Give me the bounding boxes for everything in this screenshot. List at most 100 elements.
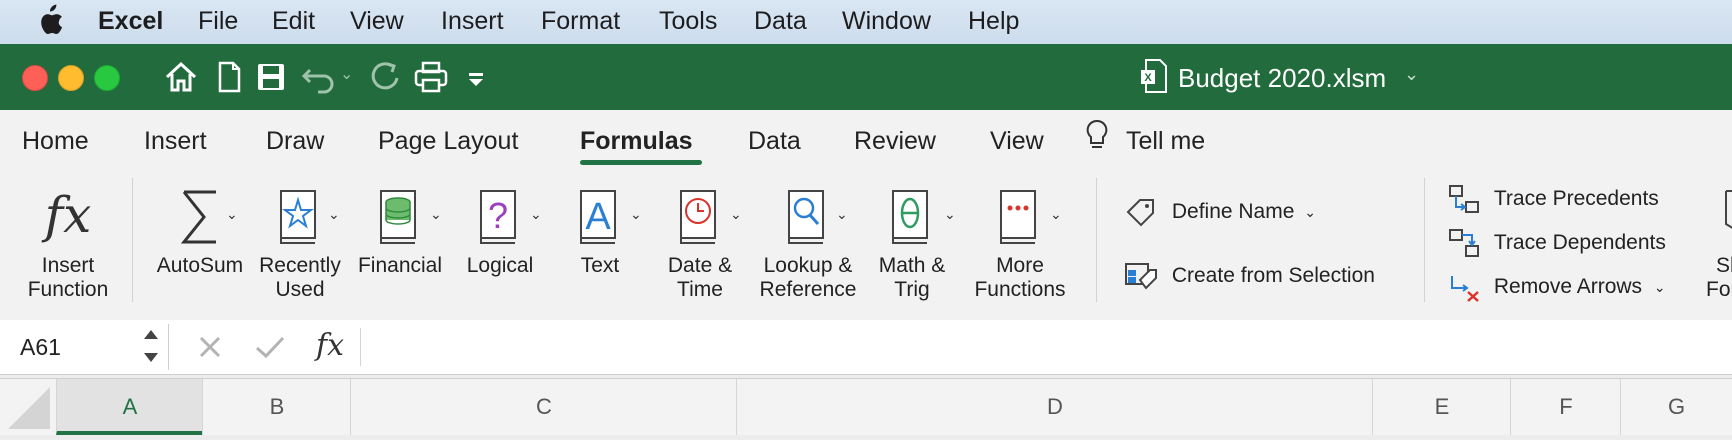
print-icon[interactable]: [412, 58, 450, 96]
column-header-c[interactable]: C: [350, 379, 737, 435]
name-box[interactable]: A61: [0, 324, 169, 370]
financial-dropdown-icon[interactable]: ⌄: [430, 206, 442, 223]
remove-arrows-label: Remove Arrows: [1493, 275, 1643, 298]
tab-view[interactable]: View: [990, 127, 1044, 156]
save-icon[interactable]: [252, 58, 290, 96]
menu-app-name[interactable]: Excel: [98, 7, 163, 36]
star-book-icon: [280, 190, 316, 244]
logical-label: Logical: [466, 254, 534, 277]
define-name-button[interactable]: Define Name ⌄: [1124, 196, 1316, 228]
svg-text:A: A: [585, 196, 611, 238]
date-time-button[interactable]: Date & Time: [650, 186, 750, 302]
column-header-b[interactable]: B: [202, 379, 351, 435]
lookup-reference-button[interactable]: Lookup & Reference: [752, 186, 864, 302]
recently-used-label-1: Recently: [259, 254, 341, 277]
column-header-g[interactable]: G: [1620, 379, 1732, 435]
confirm-formula-icon[interactable]: [254, 333, 286, 366]
menu-tools[interactable]: Tools: [659, 7, 717, 36]
select-all-corner[interactable]: [0, 379, 56, 435]
title-bar: ⌄ X Budget 2020.xlsm ⌄: [0, 44, 1732, 110]
theta-book-icon: [892, 190, 928, 244]
column-header-f[interactable]: F: [1510, 379, 1621, 435]
more-functions-label-2: Functions: [974, 278, 1066, 301]
menu-help[interactable]: Help: [968, 7, 1019, 36]
tell-me-search[interactable]: Tell me: [1126, 127, 1205, 156]
tag-icon: [1126, 199, 1154, 227]
tab-review[interactable]: Review: [854, 127, 936, 156]
menu-edit[interactable]: Edit: [272, 7, 315, 36]
menu-format[interactable]: Format: [541, 7, 620, 36]
lookup-reference-label-1: Lookup &: [763, 254, 853, 277]
remove-arrows-dropdown-icon[interactable]: ⌄: [1654, 279, 1666, 295]
undo-icon[interactable]: [300, 58, 338, 96]
tab-home[interactable]: Home: [22, 127, 89, 156]
date-time-label-2: Time: [677, 278, 723, 301]
more-functions-button[interactable]: More Functions: [962, 186, 1078, 302]
tab-draw[interactable]: Draw: [266, 127, 324, 156]
lookup-reference-dropdown-icon[interactable]: ⌄: [836, 206, 848, 223]
formula-input[interactable]: [362, 324, 1732, 370]
column-header-e[interactable]: E: [1372, 379, 1511, 435]
trace-dependents-button[interactable]: Trace Dependents: [1448, 228, 1666, 258]
autosum-dropdown-icon[interactable]: ⌄: [226, 206, 238, 223]
financial-button[interactable]: Financial: [350, 186, 450, 278]
tab-formulas[interactable]: Formulas: [580, 127, 693, 156]
menu-file[interactable]: File: [198, 7, 238, 36]
remove-arrows-button[interactable]: Remove Arrows ⌄: [1448, 272, 1666, 302]
undo-dropdown-icon[interactable]: ⌄: [340, 64, 353, 84]
math-trig-button[interactable]: Math & Trig: [862, 186, 962, 302]
document-title[interactable]: Budget 2020.xlsm: [1178, 63, 1386, 94]
text-label: Text: [580, 254, 620, 277]
minimize-window-button[interactable]: [58, 65, 84, 91]
name-box-value: A61: [20, 334, 61, 360]
new-document-icon[interactable]: [210, 58, 248, 96]
svg-text:X: X: [1144, 72, 1152, 84]
text-functions-button[interactable]: A Text: [550, 186, 650, 278]
lookup-reference-label-2: Reference: [759, 278, 857, 301]
close-window-button[interactable]: [22, 65, 48, 91]
show-formulas-button[interactable]: Sh Form: [1706, 186, 1732, 302]
ribbon-tabs: Home Insert Draw Page Layout Formulas Da…: [0, 110, 1732, 170]
menu-window[interactable]: Window: [842, 7, 931, 36]
recently-used-dropdown-icon[interactable]: ⌄: [328, 206, 340, 223]
create-from-selection-icon: [1125, 263, 1157, 290]
apple-icon[interactable]: [36, 4, 64, 43]
show-formulas-label-2: Form: [1706, 278, 1732, 301]
recently-used-button[interactable]: Recently Used: [250, 186, 350, 302]
menu-view[interactable]: View: [350, 7, 404, 36]
menu-data[interactable]: Data: [754, 7, 807, 36]
define-name-dropdown-icon[interactable]: ⌄: [1304, 204, 1316, 220]
insert-function-button[interactable]: fx Insert Function: [10, 186, 126, 302]
create-from-selection-button[interactable]: Create from Selection: [1124, 260, 1375, 292]
title-chevron-down-icon[interactable]: ⌄: [1404, 64, 1419, 85]
customize-toolbar-icon[interactable]: [462, 58, 490, 96]
math-trig-dropdown-icon[interactable]: ⌄: [944, 206, 956, 223]
tab-page-layout[interactable]: Page Layout: [378, 127, 518, 156]
tab-insert[interactable]: Insert: [144, 127, 207, 156]
date-time-dropdown-icon[interactable]: ⌄: [730, 206, 742, 223]
more-functions-dropdown-icon[interactable]: ⌄: [1050, 206, 1062, 223]
more-dots-book-icon: [1000, 190, 1036, 244]
tab-data[interactable]: Data: [748, 127, 801, 156]
lightbulb-icon[interactable]: [1084, 118, 1110, 159]
formula-bar: A61 fx: [0, 320, 1732, 375]
home-icon[interactable]: [162, 58, 200, 96]
trace-precedents-button[interactable]: Trace Precedents: [1448, 184, 1659, 214]
trace-dependents-label: Trace Dependents: [1493, 231, 1666, 254]
logical-dropdown-icon[interactable]: ⌄: [530, 206, 542, 223]
show-formulas-icon: [1725, 190, 1732, 229]
fx-icon[interactable]: fx: [316, 328, 344, 363]
more-functions-label-1: More: [996, 254, 1044, 277]
ribbon-divider: [132, 178, 133, 302]
autosum-button[interactable]: AutoSum: [150, 186, 250, 278]
logical-button[interactable]: ? Logical: [450, 186, 550, 278]
column-header-a[interactable]: A: [56, 379, 203, 435]
menu-insert[interactable]: Insert: [441, 7, 504, 36]
redo-icon[interactable]: [366, 58, 404, 96]
name-box-stepper-icon[interactable]: [142, 326, 160, 371]
column-header-d[interactable]: D: [736, 379, 1373, 435]
cancel-formula-icon[interactable]: [196, 333, 224, 366]
clock-book-icon: [680, 190, 716, 244]
zoom-window-button[interactable]: [94, 65, 120, 91]
text-dropdown-icon[interactable]: ⌄: [630, 206, 642, 223]
